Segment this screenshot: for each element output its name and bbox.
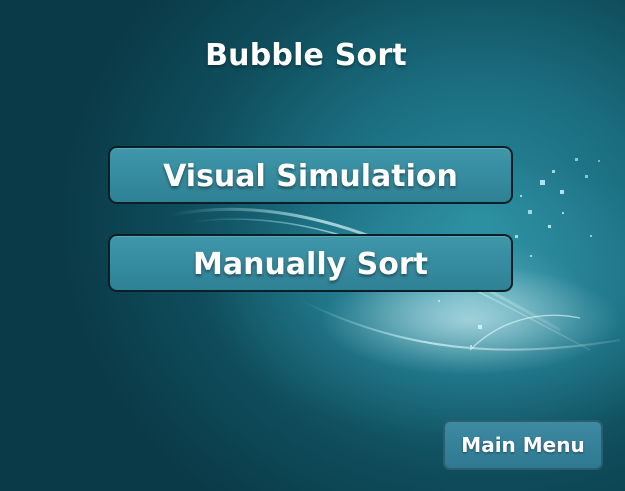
main-menu-button[interactable]: Main Menu: [443, 420, 603, 470]
page-title: Bubble Sort: [205, 38, 407, 73]
manually-sort-button[interactable]: Manually Sort: [108, 234, 513, 292]
visual-simulation-button[interactable]: Visual Simulation: [108, 146, 513, 204]
bubble-sort-screen: Bubble Sort Visual Simulation Manually S…: [0, 0, 625, 491]
